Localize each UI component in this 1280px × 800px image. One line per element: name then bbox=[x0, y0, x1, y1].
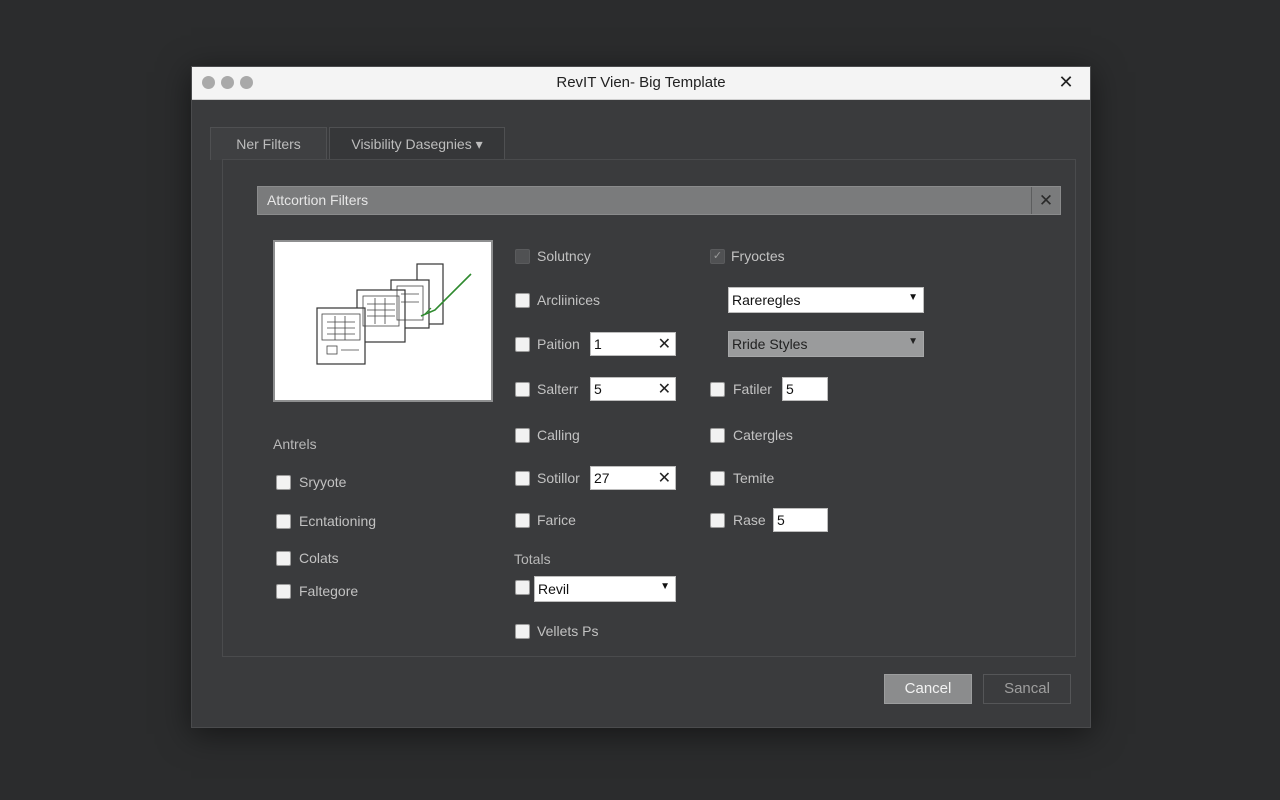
rareregles-select[interactable]: Rareregles ▼ bbox=[728, 287, 924, 313]
clear-icon[interactable]: ✕ bbox=[658, 334, 671, 354]
sotillor-input[interactable]: 27 ✕ bbox=[590, 466, 676, 490]
chevron-down-icon: ▼ bbox=[660, 581, 670, 592]
option-label: Sryyote bbox=[299, 474, 347, 490]
option-label: Ecntationing bbox=[299, 513, 377, 529]
antrels-heading: Antrels bbox=[273, 436, 317, 452]
sheets-drawing-icon bbox=[316, 263, 472, 365]
option-label: Faltegore bbox=[299, 583, 359, 599]
checkbox[interactable] bbox=[515, 382, 530, 397]
checkbox-checked[interactable]: ✓ bbox=[710, 249, 725, 264]
option-label: Farice bbox=[537, 512, 576, 528]
option-label: Fatiler bbox=[733, 381, 772, 397]
clear-icon[interactable]: ✕ bbox=[658, 379, 671, 399]
checkbox[interactable] bbox=[515, 624, 530, 639]
checkbox[interactable] bbox=[710, 513, 725, 528]
checkbox[interactable] bbox=[710, 471, 725, 486]
option-label: Solutncy bbox=[537, 248, 591, 264]
input-value: 5 bbox=[594, 381, 602, 397]
totals-select[interactable]: Revil ▼ bbox=[534, 576, 676, 602]
input-value: 27 bbox=[594, 470, 610, 486]
checkbox[interactable] bbox=[515, 580, 530, 595]
checkbox[interactable] bbox=[515, 513, 530, 528]
checkbox[interactable] bbox=[710, 382, 725, 397]
filter-bar-label: Attcortion Filters bbox=[267, 192, 369, 208]
option-label: Vellets Ps bbox=[537, 623, 599, 639]
input-value: 1 bbox=[594, 336, 602, 352]
checkbox[interactable] bbox=[276, 514, 291, 529]
close-icon[interactable]: ✕ bbox=[1056, 72, 1076, 92]
clear-icon[interactable]: ✕ bbox=[658, 468, 671, 488]
checkbox[interactable] bbox=[710, 428, 725, 443]
clear-filter-icon[interactable]: ✕ bbox=[1031, 187, 1060, 214]
chevron-down-icon: ▼ bbox=[908, 292, 918, 303]
sancal-button[interactable]: Sancal bbox=[983, 674, 1071, 704]
preview-image bbox=[273, 240, 493, 402]
filters-panel: Attcortion Filters ✕ Antrels Sryyote Ecn… bbox=[222, 159, 1076, 657]
checkbox[interactable] bbox=[276, 551, 291, 566]
checkbox[interactable] bbox=[515, 337, 530, 352]
option-label: Fryoctes bbox=[731, 248, 785, 264]
option-label: Catergles bbox=[733, 427, 793, 443]
checkbox[interactable] bbox=[515, 471, 530, 486]
input-value: 5 bbox=[777, 512, 785, 528]
totals-heading: Totals bbox=[514, 551, 551, 567]
checkbox[interactable] bbox=[276, 584, 291, 599]
tab-visibility-categories[interactable]: Visibility Dasegnies ▾ bbox=[329, 127, 505, 160]
chevron-down-icon: ▼ bbox=[908, 336, 918, 347]
checkbox[interactable] bbox=[515, 293, 530, 308]
option-label: Calling bbox=[537, 427, 580, 443]
dialog-window: RevIT Vien- Big Template ✕ Ner Filters V… bbox=[191, 66, 1091, 728]
window-title: RevIT Vien- Big Template bbox=[556, 74, 726, 91]
fatiler-input[interactable]: 5 bbox=[782, 377, 828, 401]
checkbox-disabled[interactable] bbox=[515, 249, 530, 264]
ride-styles-select[interactable]: Rride Styles ▼ bbox=[728, 331, 924, 357]
paition-input[interactable]: 1 ✕ bbox=[590, 332, 676, 356]
option-label: Sotillor bbox=[537, 470, 580, 486]
salterr-input[interactable]: 5 ✕ bbox=[590, 377, 676, 401]
option-label: Rase bbox=[733, 512, 766, 528]
checkbox[interactable] bbox=[515, 428, 530, 443]
filter-bar[interactable]: Attcortion Filters ✕ bbox=[257, 186, 1061, 215]
rase-input[interactable]: 5 bbox=[773, 508, 828, 532]
select-value: Rride Styles bbox=[732, 336, 808, 352]
select-value: Rareregles bbox=[732, 292, 801, 308]
tab-filters[interactable]: Ner Filters bbox=[210, 127, 327, 160]
checkbox[interactable] bbox=[276, 475, 291, 490]
option-label: Paition bbox=[537, 336, 580, 352]
title-bar: RevIT Vien- Big Template ✕ bbox=[192, 67, 1090, 100]
option-label: Salterr bbox=[537, 381, 579, 397]
input-value: 5 bbox=[786, 381, 794, 397]
select-value: Revil bbox=[538, 581, 570, 597]
cancel-button[interactable]: Cancel bbox=[884, 674, 972, 704]
option-label: Colats bbox=[299, 550, 339, 566]
option-label: Temite bbox=[733, 470, 775, 486]
option-label: Arcliinices bbox=[537, 292, 601, 308]
